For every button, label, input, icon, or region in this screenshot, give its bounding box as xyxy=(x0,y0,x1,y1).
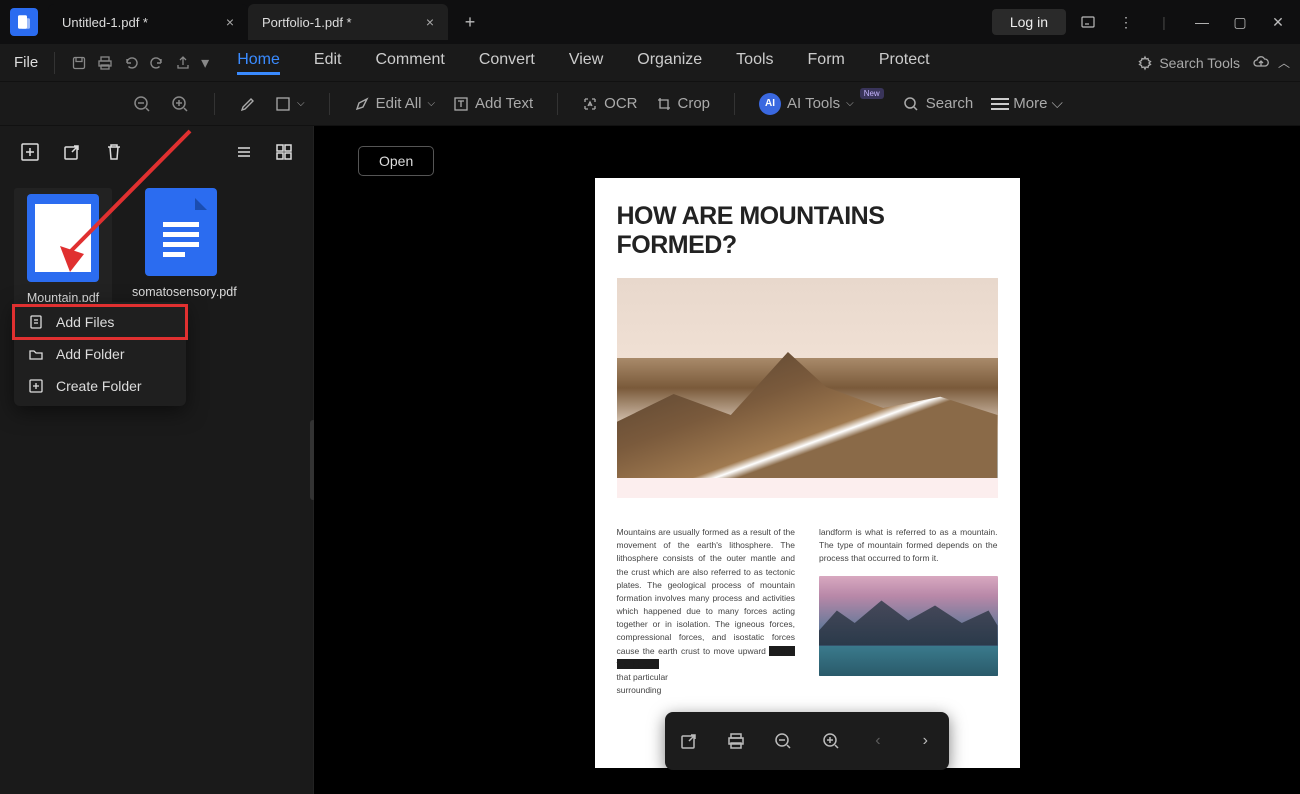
secondary-image xyxy=(819,576,998,676)
highlight-tool[interactable] xyxy=(239,95,257,113)
body-col-1: Mountains are usually formed as a result… xyxy=(617,526,796,697)
document-page: HOW ARE MOUNTAINS FORMED? Mountains are … xyxy=(595,178,1020,768)
menu-add-folder[interactable]: Add Folder xyxy=(14,338,186,370)
tab-portfolio[interactable]: Portfolio-1.pdf * × xyxy=(248,4,448,40)
open-button[interactable]: Open xyxy=(358,146,434,176)
close-icon[interactable]: × xyxy=(226,14,234,30)
tab-label: Untitled-1.pdf * xyxy=(62,15,148,30)
delete-icon[interactable] xyxy=(104,142,124,162)
menu-form[interactable]: Form xyxy=(808,51,845,75)
popout-icon[interactable] xyxy=(675,727,703,755)
kebab-icon[interactable]: ⋮ xyxy=(1110,6,1142,38)
chevron-up-icon[interactable]: ︿ xyxy=(1278,54,1290,72)
share-icon[interactable] xyxy=(175,55,191,71)
print-icon[interactable] xyxy=(97,55,113,71)
minimize-icon[interactable]: — xyxy=(1186,6,1218,38)
tab-label: Portfolio-1.pdf * xyxy=(262,15,352,30)
ocr-tool[interactable]: OCR xyxy=(582,95,637,112)
crop-tool[interactable]: Crop xyxy=(656,95,711,112)
menu-organize[interactable]: Organize xyxy=(637,51,702,75)
grid-view-icon[interactable] xyxy=(275,143,293,161)
hero-image xyxy=(617,278,998,478)
menu-create-folder[interactable]: Create Folder xyxy=(14,370,186,402)
print-icon[interactable] xyxy=(722,727,750,755)
title-bar: Untitled-1.pdf * × Portfolio-1.pdf * × +… xyxy=(0,0,1300,44)
zoom-in-icon[interactable] xyxy=(817,727,845,755)
menu-home[interactable]: Home xyxy=(237,51,280,75)
more-tool[interactable]: More⌵ xyxy=(991,95,1063,112)
add-button[interactable] xyxy=(20,142,40,162)
add-context-menu: Add Files Add Folder Create Folder xyxy=(14,302,186,406)
tab-untitled[interactable]: Untitled-1.pdf * × xyxy=(48,4,248,40)
floating-toolbar: ‹ › xyxy=(665,712,949,770)
zoom-in-button[interactable] xyxy=(170,94,190,114)
body-col-2: landform is what is referred to as a mou… xyxy=(819,526,998,697)
menu-bar: File ▾ Home Edit Comment Convert View Or… xyxy=(0,44,1300,82)
ribbon-toolbar: ⌵ Edit All⌵ Add Text OCR Crop AIAI Tools… xyxy=(0,82,1300,126)
undo-icon[interactable] xyxy=(123,55,139,71)
zoom-out-button[interactable] xyxy=(132,94,152,114)
prev-page-icon[interactable]: ‹ xyxy=(864,727,892,755)
messages-icon[interactable] xyxy=(1072,6,1104,38)
menu-add-files[interactable]: Add Files xyxy=(14,306,186,338)
menu-view[interactable]: View xyxy=(569,51,603,75)
document-viewport: Open HOW ARE MOUNTAINS FORMED? Mountains… xyxy=(314,126,1300,794)
menu-convert[interactable]: Convert xyxy=(479,51,535,75)
redo-icon[interactable] xyxy=(149,55,165,71)
shape-tool[interactable]: ⌵ xyxy=(275,96,305,112)
dropdown-icon[interactable]: ▾ xyxy=(201,53,209,73)
file-thumbnail xyxy=(145,188,217,276)
cloud-icon[interactable] xyxy=(1252,54,1270,72)
next-page-icon[interactable]: › xyxy=(911,727,939,755)
zoom-out-icon[interactable] xyxy=(769,727,797,755)
menu-protect[interactable]: Protect xyxy=(879,51,930,75)
list-view-icon[interactable] xyxy=(235,143,253,161)
portfolio-sidebar: Mountain.pdf somatosensory.pdf Add Files… xyxy=(0,126,314,794)
doc-title: HOW ARE MOUNTAINS FORMED? xyxy=(617,202,998,260)
edit-all-tool[interactable]: Edit All⌵ xyxy=(354,95,435,112)
login-button[interactable]: Log in xyxy=(992,9,1066,35)
menu-edit[interactable]: Edit xyxy=(314,51,342,75)
file-card-somatosensory[interactable]: somatosensory.pdf xyxy=(132,188,230,312)
open-external-icon[interactable] xyxy=(62,142,82,162)
menu-tools[interactable]: Tools xyxy=(736,51,773,75)
search-tool[interactable]: Search xyxy=(902,95,974,113)
ai-tools[interactable]: AIAI Tools⌵New xyxy=(759,93,884,115)
new-tab-button[interactable]: + xyxy=(456,12,484,33)
search-tools[interactable]: Search Tools xyxy=(1137,55,1240,71)
maximize-icon[interactable]: ▢ xyxy=(1224,6,1256,38)
add-text-tool[interactable]: Add Text xyxy=(453,95,533,112)
menu-comment[interactable]: Comment xyxy=(375,51,444,75)
file-card-mountain[interactable]: Mountain.pdf xyxy=(14,188,112,312)
save-icon[interactable] xyxy=(71,55,87,71)
close-window-icon[interactable]: ✕ xyxy=(1262,6,1294,38)
app-logo-icon xyxy=(10,8,38,36)
close-icon[interactable]: × xyxy=(426,14,434,30)
file-thumbnail xyxy=(27,194,99,282)
file-menu[interactable]: File xyxy=(14,54,38,71)
